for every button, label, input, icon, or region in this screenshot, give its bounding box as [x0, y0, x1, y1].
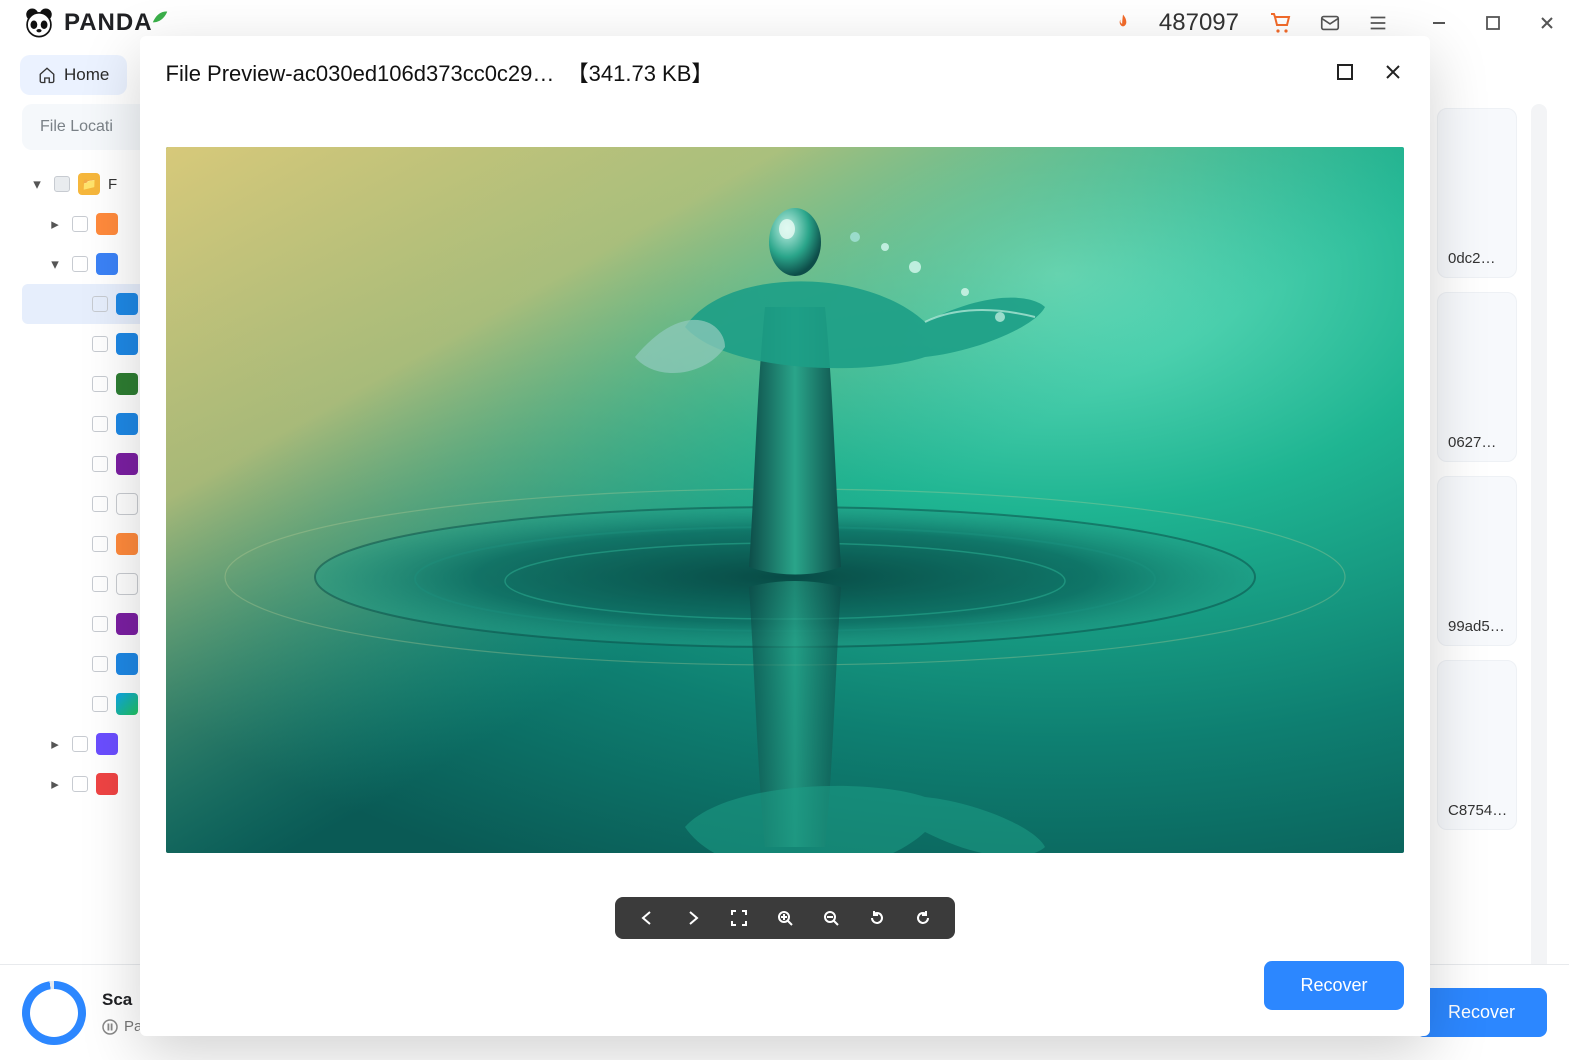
mail-icon[interactable]: [1319, 12, 1341, 34]
checkbox[interactable]: [92, 336, 108, 352]
caret-down-icon[interactable]: ▾: [28, 175, 46, 193]
home-chip-label: Home: [64, 65, 109, 85]
modal-title-prefix: File Preview-: [166, 61, 293, 86]
preview-image-wrap: [140, 94, 1430, 879]
filetype-icon: [116, 413, 138, 435]
checkbox[interactable]: [92, 376, 108, 392]
result-card-label: 0627…: [1448, 434, 1496, 451]
modal-title-size: 【341.73 KB】: [567, 61, 714, 86]
filetype-jpg-icon: [116, 293, 138, 315]
scrollbar[interactable]: [1531, 104, 1547, 1060]
checkbox[interactable]: [92, 576, 108, 592]
checkbox[interactable]: [72, 776, 88, 792]
leaf-icon: [151, 8, 169, 26]
progress-pct-suffix: %: [60, 1006, 71, 1020]
modal-header: File Preview-ac030ed106d373cc0c29… 【341.…: [140, 36, 1430, 94]
checkbox[interactable]: [92, 296, 108, 312]
filetype-icon: [116, 333, 138, 355]
result-card[interactable]: 0dc2…: [1437, 108, 1517, 278]
caret-down-icon[interactable]: ▾: [46, 255, 64, 273]
result-card[interactable]: C8754…: [1437, 660, 1517, 830]
caret-right-icon[interactable]: ▸: [46, 775, 64, 793]
checkbox[interactable]: [92, 416, 108, 432]
filetype-icon: [116, 373, 138, 395]
checkbox[interactable]: [72, 256, 88, 272]
fullscreen-icon[interactable]: [727, 906, 751, 930]
result-card-label: 0dc2…: [1448, 250, 1496, 267]
modal-title-filename: ac030ed106d373cc0c29…: [293, 61, 555, 86]
checkbox[interactable]: [92, 696, 108, 712]
recover-button[interactable]: Recover: [1416, 988, 1547, 1037]
filetype-icon: [116, 453, 138, 475]
home-icon: [38, 66, 56, 84]
checkbox[interactable]: [92, 456, 108, 472]
panda-logo-icon: [22, 6, 56, 40]
filetype-icon: [96, 253, 118, 275]
caret-right-icon[interactable]: ▸: [46, 735, 64, 753]
preview-toolbar: [615, 897, 955, 939]
brand: PANDA: [22, 6, 169, 40]
checkbox[interactable]: [92, 656, 108, 672]
results-grid: 0dc2… 0627… 99ad5… C8754…: [1437, 104, 1517, 1060]
checkbox[interactable]: [54, 176, 70, 192]
checkbox[interactable]: [92, 616, 108, 632]
filetype-image-icon: [116, 653, 138, 675]
zoom-out-icon[interactable]: [819, 906, 843, 930]
filetype-icon: [96, 213, 118, 235]
progress-ring: 98%: [22, 981, 86, 1045]
modal-title: File Preview-ac030ed106d373cc0c29… 【341.…: [166, 56, 714, 88]
next-icon[interactable]: [681, 906, 705, 930]
filetype-icon: [96, 773, 118, 795]
preview-image: [166, 147, 1404, 853]
checkbox[interactable]: [92, 496, 108, 512]
cart-icon[interactable]: [1269, 11, 1293, 35]
edge-icon: [116, 693, 138, 715]
filetype-icon: [116, 573, 138, 595]
folder-icon: 📁: [78, 173, 100, 195]
progress-value: 98: [37, 1001, 59, 1024]
window-minimize-icon[interactable]: [1425, 9, 1453, 37]
modal-maximize-icon[interactable]: [1334, 61, 1356, 83]
caret-right-icon[interactable]: ▸: [46, 215, 64, 233]
checkbox[interactable]: [92, 536, 108, 552]
flame-icon[interactable]: [1113, 13, 1133, 33]
prev-icon[interactable]: [635, 906, 659, 930]
window-close-icon[interactable]: [1533, 9, 1561, 37]
filetype-icon: [96, 733, 118, 755]
checkbox[interactable]: [72, 736, 88, 752]
rotate-right-icon[interactable]: [911, 906, 935, 930]
result-card[interactable]: 99ad5…: [1437, 476, 1517, 646]
modal-close-icon[interactable]: [1382, 61, 1404, 83]
tree-node-label: F: [108, 176, 117, 193]
result-card-label: 99ad5…: [1448, 618, 1505, 635]
preview-modal: File Preview-ac030ed106d373cc0c29… 【341.…: [140, 36, 1430, 1036]
window-maximize-icon[interactable]: [1479, 9, 1507, 37]
filetype-icon: [116, 493, 138, 515]
zoom-in-icon[interactable]: [773, 906, 797, 930]
result-card[interactable]: 0627…: [1437, 292, 1517, 462]
rotate-left-icon[interactable]: [865, 906, 889, 930]
filetype-icon: [116, 533, 138, 555]
modal-footer: Recover: [140, 939, 1430, 1036]
modal-overlay: File Preview-ac030ed106d373cc0c29… 【341.…: [0, 0, 1569, 1060]
result-card-label: C8754…: [1448, 802, 1507, 819]
checkbox[interactable]: [72, 216, 88, 232]
titlebar-right: 487097: [1113, 9, 1561, 37]
filetype-icon: [116, 613, 138, 635]
brand-name: PANDA: [64, 9, 153, 37]
modal-recover-button[interactable]: Recover: [1264, 961, 1403, 1010]
menu-icon[interactable]: [1367, 12, 1389, 34]
found-counter: 487097: [1159, 9, 1239, 37]
home-chip[interactable]: Home: [20, 55, 127, 95]
pause-icon: [102, 1019, 118, 1035]
file-location-label: File Locati: [40, 118, 113, 135]
